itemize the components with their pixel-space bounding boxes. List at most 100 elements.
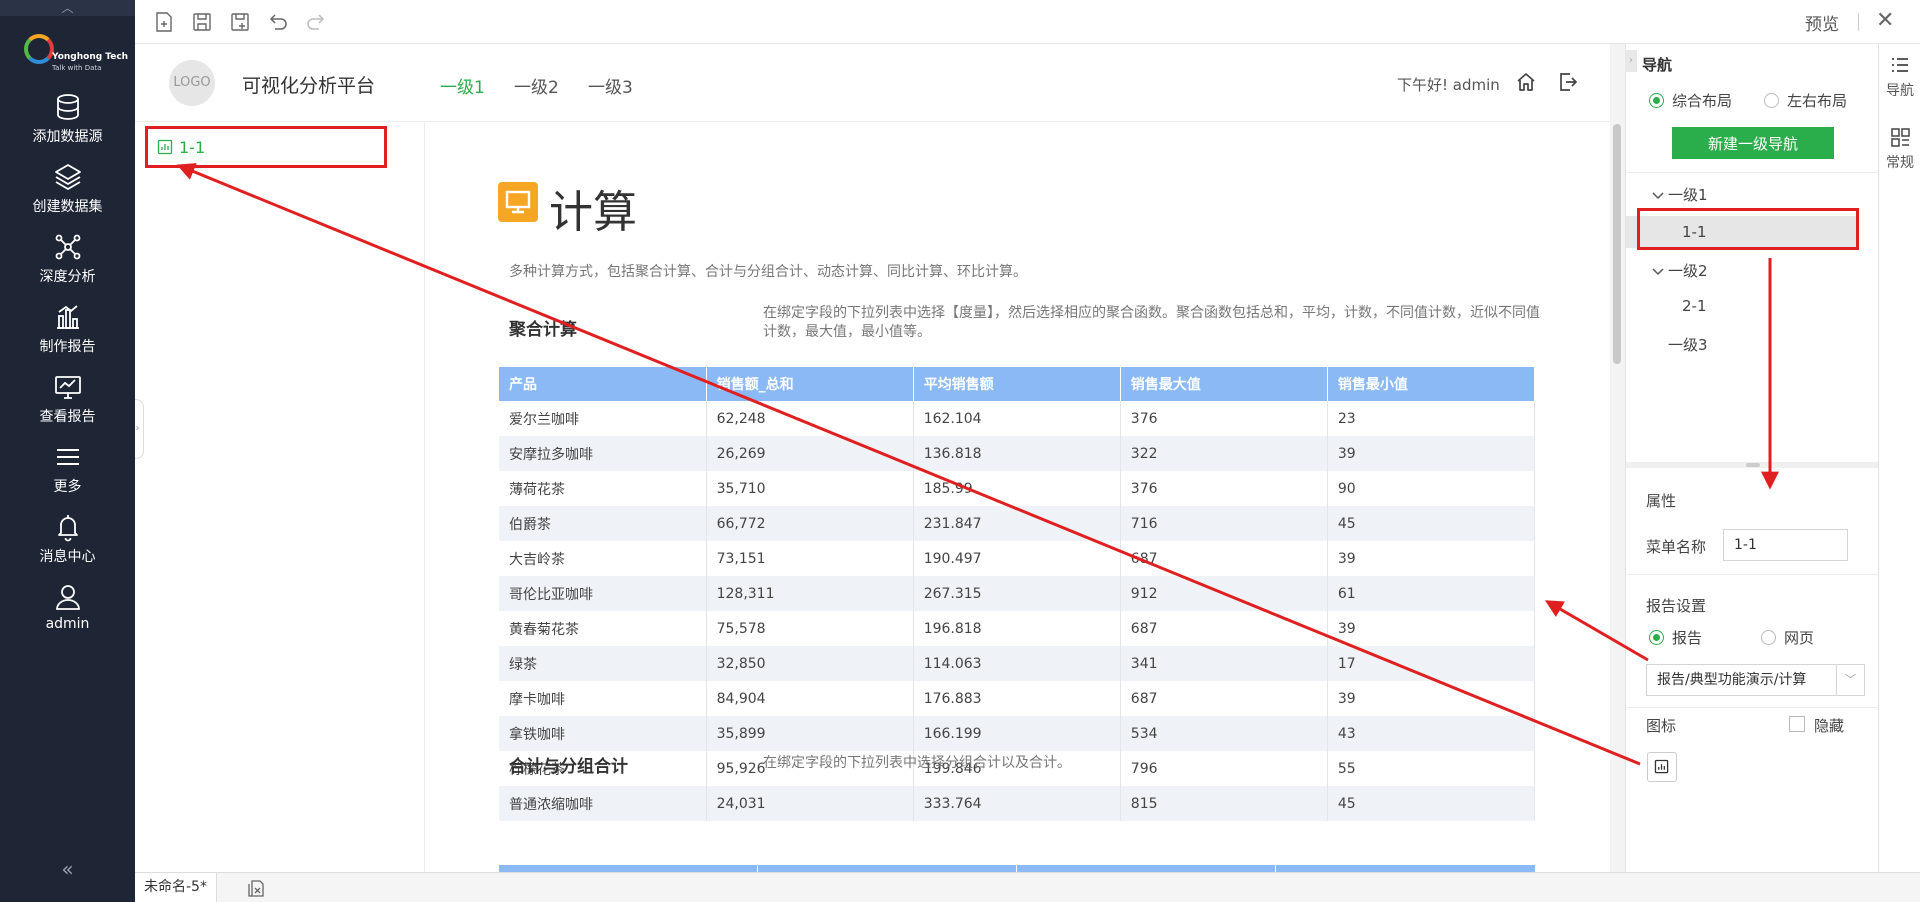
table-cell: 376: [1120, 471, 1328, 506]
tab-general[interactable]: 常规: [1879, 126, 1920, 172]
sidebar-collapse-icon[interactable]: «: [0, 856, 135, 882]
top-nav-level1-1[interactable]: 一级1: [440, 73, 485, 98]
splitter-grip[interactable]: [1746, 463, 1760, 467]
sidebar-item-message-center[interactable]: 消息中心: [0, 512, 135, 576]
annotation-highlight-box: [1637, 208, 1859, 250]
tree-node-2-1[interactable]: 2-1: [1682, 297, 1707, 315]
table-cell: 绿茶: [499, 646, 707, 681]
sidebar-item-admin[interactable]: admin: [0, 582, 135, 646]
table-row: 拿铁咖啡 35,899 166.199 534 43: [499, 716, 1536, 751]
tree-node-level1-2[interactable]: 一级2: [1652, 260, 1708, 281]
canvas-scrollbar[interactable]: [1610, 44, 1625, 872]
table-cell: 114.063: [913, 646, 1121, 681]
bell-icon: [57, 515, 78, 542]
sidebar-item-add-datasource[interactable]: 添加数据源: [0, 92, 135, 156]
table-cell: 大吉岭茶: [499, 541, 707, 576]
user-greeting: 下午好! admin: [1397, 76, 1500, 94]
table-cell: 39: [1327, 436, 1536, 471]
table-cell: 687: [1120, 541, 1328, 576]
top-nav-level1-3[interactable]: 一级3: [588, 73, 633, 98]
layout-radio-left-right[interactable]: 左右布局: [1764, 90, 1847, 110]
table-cell: 73,151: [706, 541, 914, 576]
panel-collapse-icon[interactable]: ›: [1625, 50, 1637, 72]
report-content: 计算 多种计算方式，包括聚合计算、合计与分组合计、动态计算、同比计算、环比计算。…: [425, 122, 1610, 872]
table-cell: 拿铁咖啡: [499, 716, 707, 751]
menu-name-label: 菜单名称: [1646, 538, 1707, 556]
bar-chart-icon: [56, 305, 79, 329]
hide-checkbox[interactable]: [1789, 716, 1805, 732]
monitor-chart-icon: [54, 376, 81, 399]
sidebar-item-create-dataset[interactable]: 创建数据集: [0, 162, 135, 226]
table-cell: 376: [1120, 401, 1328, 436]
chevron-down-icon[interactable]: ﹀: [1836, 665, 1864, 695]
report-path-select[interactable]: 报告/典型功能演示/计算 ﹀: [1646, 664, 1865, 696]
redo-icon[interactable]: [305, 11, 327, 33]
table-cell: 17: [1327, 646, 1536, 681]
close-button[interactable]: ✕: [1876, 8, 1894, 33]
app-title: 可视化分析平台: [242, 75, 376, 97]
radio-dot: [1764, 93, 1779, 108]
document-tab[interactable]: 未命名-5*: [135, 873, 217, 902]
report-type-radio-webpage[interactable]: 网页: [1761, 627, 1814, 647]
tree-node-label: 一级2: [1668, 262, 1708, 280]
new-file-icon[interactable]: [153, 11, 175, 33]
sidebar-item-label: 消息中心: [39, 549, 96, 565]
save-icon[interactable]: [191, 11, 213, 33]
logout-icon[interactable]: [1557, 71, 1579, 93]
save-as-icon[interactable]: [229, 11, 251, 33]
panel-divider: [1626, 172, 1879, 173]
chevron-down-icon: [1652, 192, 1664, 200]
editor-toolbar: 预览 ✕: [135, 0, 1920, 44]
table-cell: 43: [1327, 716, 1536, 751]
table-cell: 687: [1120, 611, 1328, 646]
table-cell: 32,850: [706, 646, 914, 681]
icon-label: 图标: [1646, 717, 1677, 735]
table-cell: 23: [1327, 401, 1536, 436]
file-close-icon[interactable]: [247, 878, 265, 898]
sidebar-collapse-up-icon[interactable]: ︿: [0, 0, 135, 16]
grid-icon: [1891, 128, 1910, 147]
tree-node-label: 一级1: [1668, 186, 1708, 204]
radio-dot: [1649, 93, 1664, 108]
menu-name-input[interactable]: [1723, 529, 1848, 561]
table-cell: 45: [1327, 506, 1536, 541]
undo-icon[interactable]: [267, 11, 289, 33]
table-cell: 75,578: [706, 611, 914, 646]
panel-divider: [1626, 574, 1879, 575]
radio-label: 左右布局: [1787, 92, 1848, 110]
icon-picker-button[interactable]: [1647, 752, 1677, 782]
table-header-cell: 平均销售额: [913, 367, 1121, 401]
table-cell: 薄荷花茶: [499, 471, 707, 506]
new-level1-nav-button[interactable]: 新建一级导航: [1672, 127, 1834, 159]
scrollbar-thumb[interactable]: [1613, 124, 1621, 364]
properties-title: 属性: [1646, 492, 1677, 510]
table-cell: 66,772: [706, 506, 914, 541]
panel-splitter[interactable]: [1626, 462, 1879, 468]
table-cell: 62,248: [706, 401, 914, 436]
section-desc-subtotal: 在绑定字段的下拉列表中选择分组合计以及合计。: [763, 755, 1071, 771]
tree-node-level1-1[interactable]: 一级1: [1652, 184, 1708, 205]
table-cell: 45: [1327, 786, 1536, 821]
sidebar-item-view-report[interactable]: 查看报告: [0, 372, 135, 436]
table-cell: 安摩拉多咖啡: [499, 436, 707, 471]
layout-radio-combined[interactable]: 综合布局: [1649, 90, 1732, 110]
table-row: 哥伦比亚咖啡 128,311 267.315 912 61: [499, 576, 1536, 611]
table-row: 伯爵茶 66,772 231.847 716 45: [499, 506, 1536, 541]
table-cell: 26,269: [706, 436, 914, 471]
sidebar-item-make-report[interactable]: 制作报告: [0, 302, 135, 366]
sidebar-item-deep-analysis[interactable]: 深度分析: [0, 232, 135, 296]
table-row: 黄春菊花茶 75,578 196.818 687 39: [499, 611, 1536, 646]
table-cell: 39: [1327, 541, 1536, 576]
preview-button[interactable]: 预览: [1805, 10, 1839, 35]
table-cell: 61: [1327, 576, 1536, 611]
panel-title: 导航: [1642, 56, 1673, 74]
expand-panel-handle[interactable]: ›: [135, 399, 144, 459]
tree-node-level1-3[interactable]: 一级3: [1668, 334, 1708, 355]
top-nav-level1-2[interactable]: 一级2: [514, 73, 559, 98]
sidebar-item-more[interactable]: 更多: [0, 442, 135, 506]
navigation-property-panel: › 导航 综合布局 左右布局 新建一级导航 一级1 1-1 一级2 2-1 一级…: [1625, 44, 1879, 872]
tab-navigation[interactable]: 导航: [1879, 54, 1920, 100]
section-title-subtotal: 合计与分组合计: [509, 757, 628, 777]
home-icon[interactable]: [1515, 71, 1537, 93]
report-type-radio-report[interactable]: 报告: [1649, 627, 1702, 647]
